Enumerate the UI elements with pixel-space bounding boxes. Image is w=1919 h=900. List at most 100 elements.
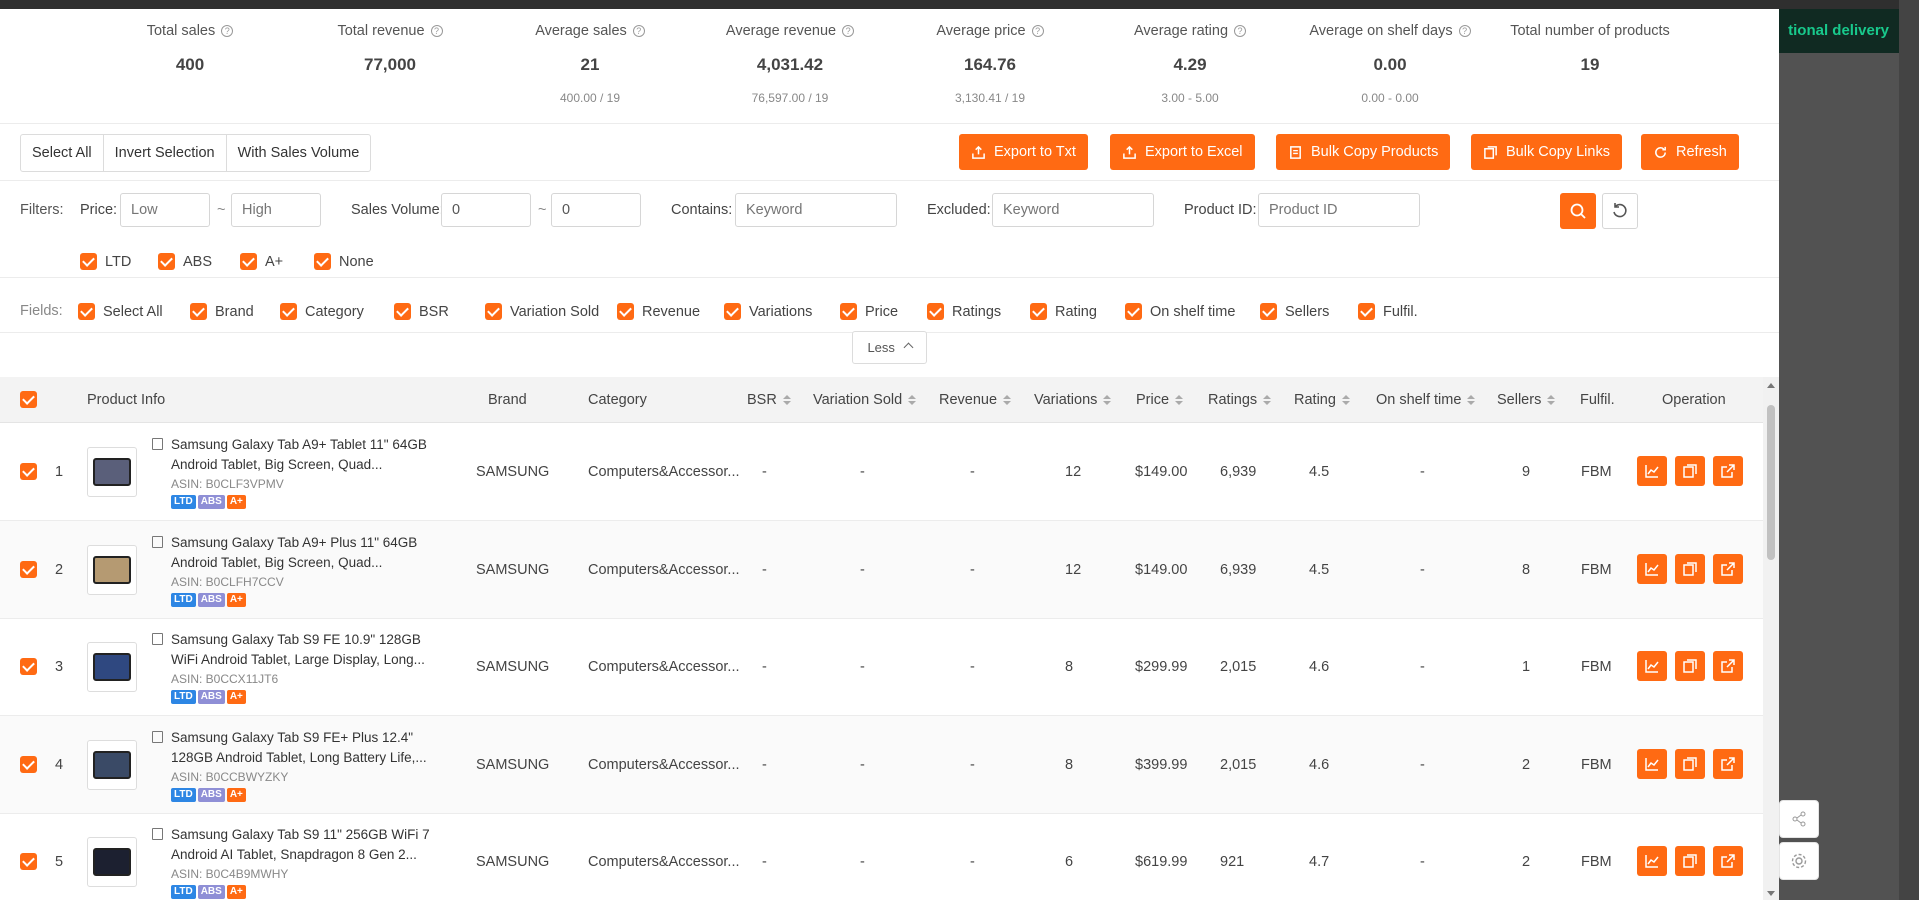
column-header-bsr[interactable]: BSR — [747, 377, 791, 423]
settings-button[interactable] — [1779, 842, 1819, 880]
sort-icon[interactable] — [1103, 395, 1112, 405]
help-icon[interactable]: ? — [1234, 25, 1247, 37]
help-icon[interactable]: ? — [842, 25, 855, 37]
row-checkbox[interactable] — [20, 853, 37, 870]
field-checkbox[interactable]: Variations — [724, 303, 812, 320]
field-checkbox[interactable]: Category — [280, 303, 364, 320]
export-txt-button[interactable]: Export to Txt — [959, 134, 1088, 170]
open-external-button[interactable] — [1713, 456, 1743, 486]
product-title[interactable]: Samsung Galaxy Tab S9 11" 256GB WiFi 7 A… — [152, 825, 432, 865]
sort-icon[interactable] — [908, 395, 917, 405]
sort-icon[interactable] — [1467, 395, 1476, 405]
copy-link-button[interactable] — [1675, 846, 1705, 876]
sort-icon[interactable] — [1547, 395, 1556, 405]
sales-volume-min-input[interactable]: 0 — [441, 193, 531, 227]
product-title[interactable]: Samsung Galaxy Tab A9+ Plus 11" 64GB And… — [152, 533, 432, 573]
product-thumbnail[interactable] — [87, 837, 137, 887]
trend-chart-button[interactable] — [1637, 748, 1667, 779]
scroll-down-arrow[interactable] — [1767, 891, 1775, 896]
column-header-sellers[interactable]: Sellers — [1497, 377, 1556, 423]
badge-filter-checkbox[interactable]: LTD — [80, 253, 131, 270]
open-external-button[interactable] — [1713, 846, 1743, 876]
copy-icon[interactable] — [152, 730, 163, 743]
product-title[interactable]: Samsung Galaxy Tab A9+ Tablet 11" 64GB A… — [152, 435, 432, 475]
copy-link-button[interactable] — [1675, 651, 1705, 681]
price-high-input[interactable] — [231, 193, 321, 227]
column-header-price[interactable]: Price — [1136, 377, 1184, 423]
product-thumbnail[interactable] — [87, 447, 137, 497]
select-all-rows-checkbox[interactable] — [20, 391, 37, 408]
sales-volume-max-input[interactable]: 0 — [551, 193, 641, 227]
with-sales-volume-button[interactable]: With Sales Volume — [227, 135, 371, 171]
product-id-input[interactable] — [1258, 193, 1420, 227]
field-checkbox[interactable]: Sellers — [1260, 303, 1329, 320]
column-header-variations[interactable]: Variations — [1034, 377, 1112, 423]
row-checkbox[interactable] — [20, 560, 37, 578]
column-header-revenue[interactable]: Revenue — [939, 377, 1012, 423]
column-header-ratings[interactable]: Ratings — [1208, 377, 1272, 423]
help-icon[interactable]: ? — [221, 25, 234, 37]
product-thumbnail[interactable] — [87, 642, 137, 692]
bulk-copy-products-button[interactable]: Bulk Copy Products — [1276, 134, 1451, 170]
invert-selection-button[interactable]: Invert Selection — [104, 135, 227, 171]
scrollbar-thumb[interactable] — [1767, 405, 1775, 560]
badge-filter-checkbox[interactable]: ABS — [158, 253, 212, 270]
row-checkbox[interactable] — [20, 755, 37, 773]
open-external-button[interactable] — [1713, 651, 1743, 681]
open-external-button[interactable] — [1713, 748, 1743, 779]
scroll-up-arrow[interactable] — [1767, 383, 1775, 388]
help-icon[interactable]: ? — [430, 25, 443, 37]
product-title[interactable]: Samsung Galaxy Tab S9 FE+ Plus 12.4" 128… — [152, 728, 432, 768]
row-checkbox[interactable] — [20, 463, 37, 480]
share-button[interactable] — [1779, 800, 1819, 838]
field-checkbox[interactable]: Ratings — [927, 303, 1001, 320]
copy-icon[interactable] — [152, 828, 163, 840]
product-thumbnail[interactable] — [87, 739, 137, 790]
select-all-button[interactable]: Select All — [21, 135, 104, 171]
help-icon[interactable]: ? — [1031, 25, 1044, 37]
refresh-button[interactable]: Refresh — [1641, 134, 1739, 170]
row-checkbox[interactable] — [20, 658, 37, 675]
field-checkbox[interactable]: Price — [840, 303, 898, 320]
copy-icon[interactable] — [152, 535, 163, 548]
product-thumbnail[interactable] — [87, 544, 137, 595]
column-header-variation-sold[interactable]: Variation Sold — [813, 377, 917, 423]
search-button[interactable] — [1560, 193, 1596, 229]
field-checkbox[interactable]: Rating — [1030, 303, 1097, 320]
trend-chart-button[interactable] — [1637, 553, 1667, 584]
sort-icon[interactable] — [1175, 395, 1184, 405]
price-low-input[interactable] — [120, 193, 210, 227]
less-toggle-button[interactable]: Less — [852, 331, 927, 364]
copy-link-button[interactable] — [1675, 456, 1705, 486]
sort-icon[interactable] — [782, 395, 791, 405]
product-title[interactable]: Samsung Galaxy Tab S9 FE 10.9" 128GB WiF… — [152, 630, 432, 670]
table-scrollbar[interactable] — [1763, 377, 1779, 900]
bulk-copy-links-button[interactable]: Bulk Copy Links — [1471, 134, 1622, 170]
excluded-keyword-input[interactable] — [992, 193, 1154, 227]
badge-filter-checkbox[interactable]: A+ — [240, 253, 283, 270]
sort-icon[interactable] — [1341, 395, 1350, 405]
copy-icon[interactable] — [152, 438, 163, 450]
field-checkbox[interactable]: BSR — [394, 303, 449, 320]
field-checkbox[interactable]: On shelf time — [1125, 303, 1235, 320]
sort-icon[interactable] — [1263, 395, 1272, 405]
help-icon[interactable]: ? — [1458, 25, 1471, 37]
copy-link-button[interactable] — [1675, 748, 1705, 779]
trend-chart-button[interactable] — [1637, 456, 1667, 486]
copy-icon[interactable] — [152, 633, 163, 645]
open-external-button[interactable] — [1713, 553, 1743, 584]
reset-button[interactable] — [1602, 193, 1638, 229]
contains-keyword-input[interactable] — [735, 193, 897, 227]
field-checkbox[interactable]: Fulfil. — [1358, 303, 1418, 320]
field-checkbox[interactable]: Brand — [190, 303, 254, 320]
field-checkbox[interactable]: Select All — [78, 303, 163, 320]
sort-icon[interactable] — [1003, 395, 1012, 405]
column-header-on-shelf-time[interactable]: On shelf time — [1376, 377, 1476, 423]
help-icon[interactable]: ? — [632, 25, 645, 37]
export-excel-button[interactable]: Export to Excel — [1110, 134, 1255, 170]
trend-chart-button[interactable] — [1637, 651, 1667, 681]
copy-link-button[interactable] — [1675, 553, 1705, 584]
trend-chart-button[interactable] — [1637, 846, 1667, 876]
badge-filter-checkbox[interactable]: None — [314, 253, 374, 270]
field-checkbox[interactable]: Variation Sold — [485, 303, 599, 320]
